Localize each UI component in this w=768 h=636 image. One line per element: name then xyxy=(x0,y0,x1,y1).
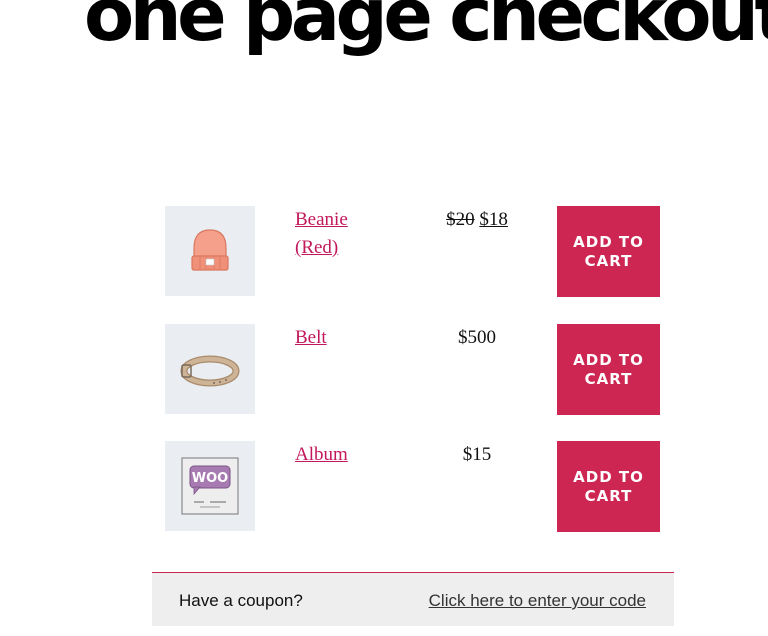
coupon-prompt: Have a coupon? xyxy=(179,591,303,610)
sale-price: $18 xyxy=(479,209,508,230)
regular-price: $20 xyxy=(446,209,475,230)
product-price: $20 $18 xyxy=(427,206,527,234)
product-row: Beanie (Red) $20 $18 Add to cart xyxy=(165,206,665,298)
product-name-link[interactable]: Belt xyxy=(295,324,395,352)
belt-icon xyxy=(180,355,240,387)
page-title: one page checkout xyxy=(84,0,768,58)
product-row: Belt $500 Add to cart xyxy=(165,324,665,416)
svg-text:WOO: WOO xyxy=(192,471,228,486)
add-to-cart-button[interactable]: Add to cart xyxy=(557,324,660,415)
add-to-cart-button[interactable]: Add to cart xyxy=(557,441,660,532)
beanie-icon xyxy=(191,229,229,271)
product-row: WOO Album $15 Add to cart xyxy=(165,441,665,533)
product-image-belt[interactable] xyxy=(165,324,255,414)
checkout-page: one page checkout Beanie (Red) $20 $18 A… xyxy=(0,0,768,636)
add-to-cart-button[interactable]: Add to cart xyxy=(557,206,660,297)
product-price: $15 xyxy=(462,444,492,465)
enter-coupon-link[interactable]: Click here to enter your code xyxy=(429,591,646,611)
product-name-link[interactable]: Beanie (Red) xyxy=(295,206,395,262)
coupon-notice: Have a coupon? Click here to enter your … xyxy=(152,572,674,626)
product-image-album[interactable]: WOO xyxy=(165,441,255,531)
product-image-beanie[interactable] xyxy=(165,206,255,296)
product-price: $500 xyxy=(458,327,496,348)
product-name-link[interactable]: Album xyxy=(295,441,395,469)
album-icon: WOO xyxy=(181,457,239,515)
